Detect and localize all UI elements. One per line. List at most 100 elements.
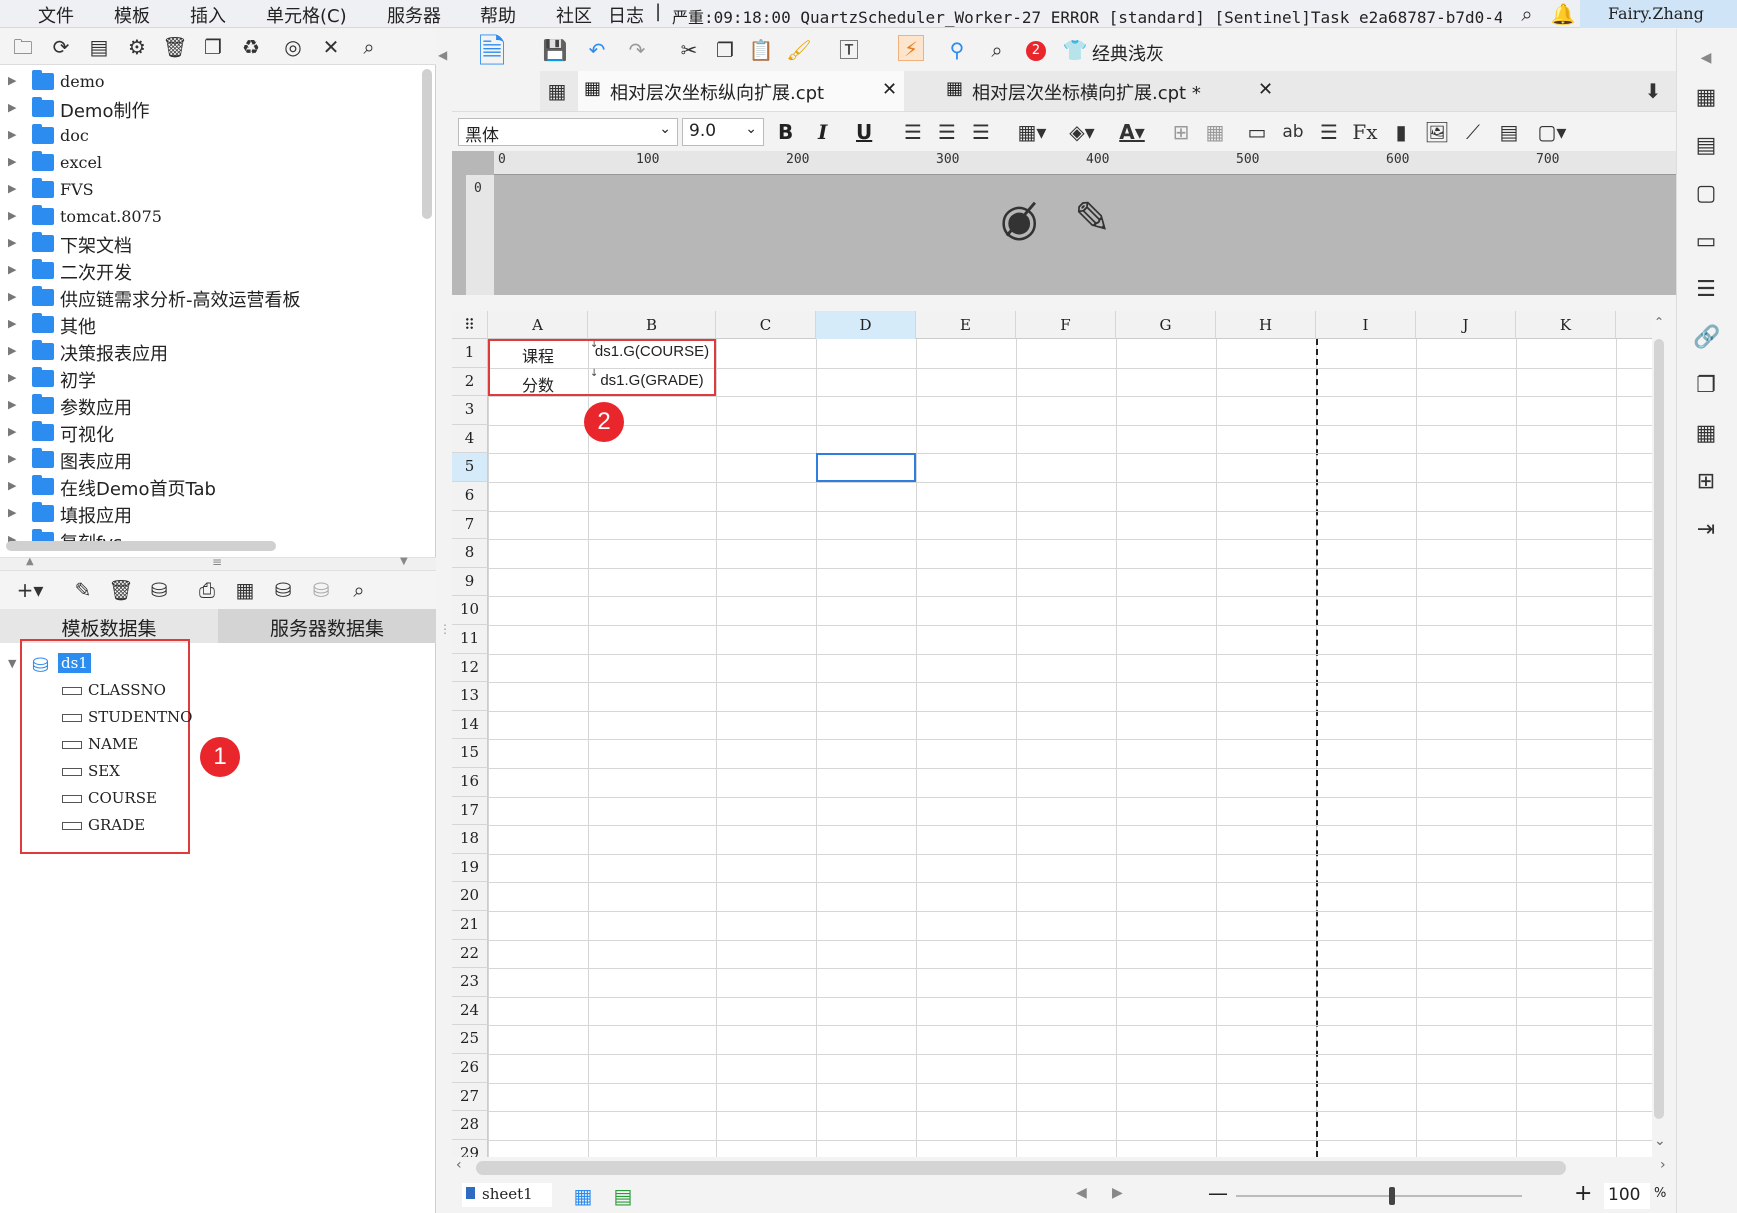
column-header[interactable]: A bbox=[488, 311, 588, 339]
row-header[interactable]: 15 bbox=[452, 739, 488, 768]
delete-icon[interactable]: 🗑 bbox=[162, 34, 188, 60]
scroll-left-icon[interactable]: ‹ bbox=[456, 1157, 462, 1173]
tree-item[interactable]: ▶ FVS bbox=[0, 176, 420, 203]
theme-shirt-icon[interactable]: 👕 bbox=[1062, 37, 1088, 63]
menu-insert[interactable]: 插入 bbox=[190, 2, 226, 28]
template-type-icon[interactable]: 🗎 bbox=[472, 35, 512, 89]
chart-icon[interactable]: ▮ bbox=[1388, 119, 1414, 145]
text-format-icon[interactable]: 🅃 bbox=[836, 37, 862, 63]
panel-grip-icon[interactable]: ⋮ bbox=[439, 622, 451, 636]
plugin-icon[interactable]: ⚲ bbox=[944, 37, 970, 63]
hierarchy-icon[interactable]: ⊞ bbox=[1693, 469, 1719, 495]
expand-arrow-icon[interactable]: ▶ bbox=[8, 506, 16, 519]
search-icon[interactable]: ⌕ bbox=[346, 577, 372, 603]
scroll-down-icon[interactable]: ⌄ bbox=[1654, 1133, 1666, 1149]
database-settings-icon[interactable]: ⛁ bbox=[308, 577, 334, 603]
expand-arrow-icon[interactable]: ▶ bbox=[8, 74, 16, 87]
menu-server[interactable]: 服务器 bbox=[387, 2, 441, 28]
condition-icon[interactable]: ☰ bbox=[1693, 277, 1719, 303]
tree-item[interactable]: ▶ tomcat.8075 bbox=[0, 203, 420, 230]
wrap-text-icon[interactable]: ☰ bbox=[1316, 119, 1342, 145]
grid-vertical-scrollbar[interactable] bbox=[1654, 339, 1664, 1119]
expand-arrow-icon[interactable]: ▶ bbox=[8, 398, 16, 411]
expand-arrow-icon[interactable]: ▼ bbox=[8, 657, 16, 670]
row-header[interactable]: 18 bbox=[452, 825, 488, 854]
menu-help[interactable]: 帮助 bbox=[480, 2, 516, 28]
page-next-icon[interactable]: ▶ bbox=[1112, 1185, 1123, 1201]
expand-arrow-icon[interactable]: ▶ bbox=[8, 479, 16, 492]
row-header[interactable]: 25 bbox=[452, 1025, 488, 1054]
row-header[interactable]: 3 bbox=[452, 396, 488, 425]
close-icon[interactable]: ✕ bbox=[882, 79, 897, 100]
tab-document-2[interactable]: ▦ 相对层次坐标横向扩展.cpt * ✕ bbox=[940, 71, 1280, 111]
row-header[interactable]: 22 bbox=[452, 939, 488, 969]
redo-icon[interactable]: ↷ bbox=[624, 37, 650, 63]
row-header[interactable]: 28 bbox=[452, 1111, 488, 1140]
page-prev-icon[interactable]: ◀ bbox=[1076, 1185, 1087, 1201]
menu-community[interactable]: 社区 bbox=[556, 2, 592, 28]
row-header[interactable]: 27 bbox=[452, 1082, 488, 1112]
widget-icon[interactable]: ▭ bbox=[1693, 229, 1719, 255]
row-header[interactable]: 21 bbox=[452, 911, 488, 940]
tree-item[interactable]: ▶ 在线Demo首页Tab bbox=[0, 473, 420, 500]
underline-button[interactable]: U bbox=[856, 120, 872, 144]
copy-icon[interactable]: ❐ bbox=[712, 37, 738, 63]
add-sheet-icon[interactable]: ▦ bbox=[570, 1183, 596, 1209]
tree-item[interactable]: ▶ 初学 bbox=[0, 365, 420, 392]
database-refresh-icon[interactable]: ⛁ bbox=[270, 577, 296, 603]
column-header[interactable]: E bbox=[916, 311, 1016, 339]
tree-item[interactable]: ▶ 下架文档 bbox=[0, 230, 420, 257]
expand-arrow-icon[interactable]: ▶ bbox=[8, 425, 16, 438]
column-header[interactable]: K bbox=[1516, 311, 1616, 339]
collapse-icon[interactable]: ✕ bbox=[318, 34, 344, 60]
database-icon[interactable]: ⛁ bbox=[146, 577, 172, 603]
add-dataset-icon[interactable]: +▾ bbox=[12, 577, 48, 603]
expand-arrow-icon[interactable]: ▶ bbox=[8, 317, 16, 330]
notification-badge[interactable]: 2 bbox=[1026, 41, 1046, 61]
tree-item[interactable]: ▶ 可视化 bbox=[0, 419, 420, 446]
row-header[interactable]: 20 bbox=[452, 882, 488, 911]
search-icon[interactable]: ⌕ bbox=[1514, 1, 1540, 27]
cut-icon[interactable]: ✂ bbox=[676, 37, 702, 63]
copy-icon[interactable]: ❐ bbox=[200, 34, 226, 60]
expand-arrow-icon[interactable]: ▶ bbox=[8, 371, 16, 384]
tree-item[interactable]: ▶ demo bbox=[0, 68, 420, 95]
row-header[interactable]: 6 bbox=[452, 482, 488, 511]
locate-icon[interactable]: ◎ bbox=[280, 34, 306, 60]
menu-log[interactable]: 日志 bbox=[608, 2, 644, 28]
fill-color-icon[interactable]: ◈▾ bbox=[1062, 119, 1102, 145]
column-header[interactable]: F bbox=[1016, 311, 1116, 339]
refresh-icon[interactable]: ⟳ bbox=[48, 34, 74, 60]
column-header[interactable]: D bbox=[816, 311, 916, 339]
close-icon[interactable]: ✕ bbox=[1258, 79, 1273, 100]
import-icon[interactable]: ⇥ bbox=[1693, 517, 1719, 543]
insert-row-icon[interactable]: ▭ bbox=[1244, 119, 1270, 145]
splitter-up-icon[interactable]: ▲ bbox=[26, 556, 34, 567]
design-mode-icon[interactable]: ⚡ bbox=[898, 35, 924, 61]
text-icon[interactable]: ab bbox=[1280, 119, 1306, 145]
tree-item[interactable]: ▶ doc bbox=[0, 122, 420, 149]
collapse-left-icon[interactable]: ◀ bbox=[438, 48, 447, 62]
row-header[interactable]: 4 bbox=[452, 424, 488, 454]
row-header[interactable]: 12 bbox=[452, 653, 488, 683]
row-header[interactable]: 29 bbox=[452, 1139, 488, 1157]
expand-arrow-icon[interactable]: ▶ bbox=[8, 209, 16, 222]
expand-arrow-icon[interactable]: ▶ bbox=[8, 290, 16, 303]
align-right-icon[interactable]: ☰ bbox=[968, 119, 994, 145]
sub-report-icon[interactable]: ▤ bbox=[1496, 119, 1522, 145]
expand-arrow-icon[interactable]: ▶ bbox=[8, 263, 16, 276]
align-left-icon[interactable]: ☰ bbox=[900, 119, 926, 145]
tree-item[interactable]: ▶ 决策报表应用 bbox=[0, 338, 420, 365]
zoom-out-icon[interactable]: — bbox=[1208, 1181, 1228, 1205]
column-header[interactable]: J bbox=[1416, 311, 1516, 339]
font-size-select[interactable]: 9.0 ⌄ bbox=[682, 118, 764, 146]
row-header[interactable]: 8 bbox=[452, 539, 488, 568]
field-item[interactable]: COURSE bbox=[62, 789, 157, 813]
tab-server-dataset[interactable]: 服务器数据集 bbox=[218, 609, 436, 643]
column-header[interactable]: G bbox=[1116, 311, 1216, 339]
zoom-slider-track[interactable] bbox=[1236, 1195, 1522, 1197]
tree-item[interactable]: ▶ 填报应用 bbox=[0, 500, 420, 527]
row-header[interactable]: 23 bbox=[452, 968, 488, 997]
column-header[interactable]: C bbox=[716, 311, 816, 339]
field-item[interactable]: STUDENTNO bbox=[62, 708, 192, 732]
